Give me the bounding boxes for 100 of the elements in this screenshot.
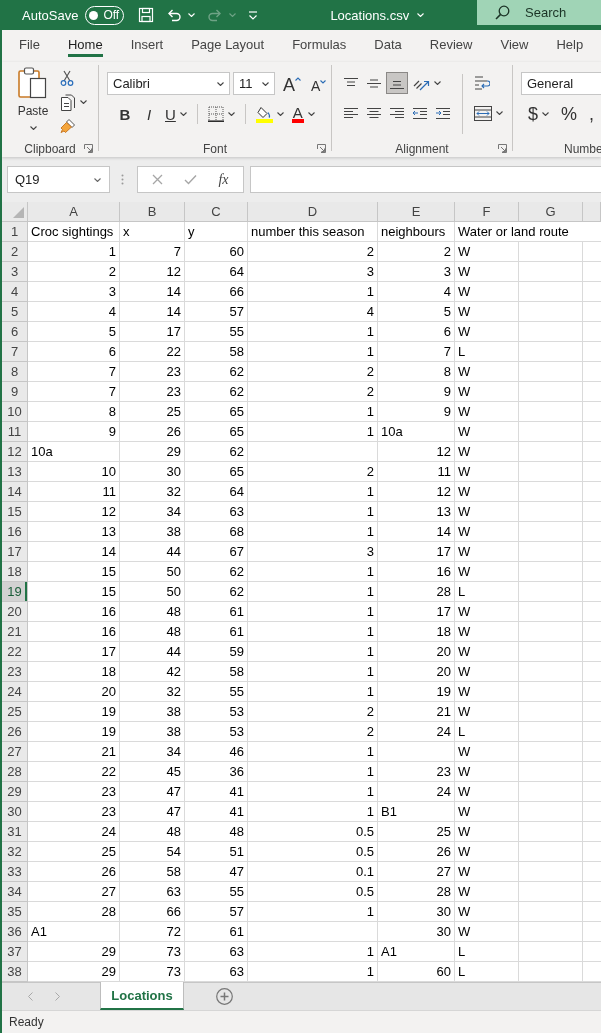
- row-header[interactable]: 8: [2, 362, 28, 382]
- increase-font-size-button[interactable]: A: [280, 72, 304, 95]
- font-name-dropdown[interactable]: Calibri: [107, 72, 230, 95]
- ribbon-tab[interactable]: Formulas: [292, 30, 347, 57]
- row-header[interactable]: 3: [2, 262, 28, 282]
- search-field[interactable]: Search: [477, 0, 601, 25]
- italic-button[interactable]: I: [138, 103, 160, 125]
- row-header[interactable]: 36: [2, 922, 28, 942]
- row-header[interactable]: 13: [2, 462, 28, 482]
- ribbon-tab[interactable]: Page Layout: [191, 30, 265, 57]
- row-header[interactable]: 37: [2, 942, 28, 962]
- table-cell-text: 14: [100, 543, 117, 561]
- table-cell-text: W: [457, 863, 472, 881]
- row-header[interactable]: 21: [2, 622, 28, 642]
- font-color-button[interactable]: A: [288, 103, 318, 125]
- dialog-launcher-icon[interactable]: [84, 144, 93, 153]
- table-cell-text: A1: [380, 943, 398, 961]
- row-header[interactable]: 28: [2, 762, 28, 782]
- row-header[interactable]: 26: [2, 722, 28, 742]
- table-cell-text: 25: [165, 403, 182, 421]
- column-header[interactable]: E: [378, 202, 455, 222]
- table-cell-text: 1: [365, 283, 375, 301]
- table-cell-text: 17: [435, 543, 452, 561]
- table-cell-text: A1: [30, 923, 48, 941]
- row-header[interactable]: 31: [2, 822, 28, 842]
- ribbon-tab[interactable]: File: [19, 30, 40, 57]
- align-bottom-button[interactable]: [386, 72, 408, 94]
- table-cell-text: 48: [165, 603, 182, 621]
- dialog-launcher-icon[interactable]: [317, 144, 326, 153]
- file-name-button[interactable]: Locations.csv: [330, 7, 425, 23]
- row-header[interactable]: 10: [2, 402, 28, 422]
- row-header[interactable]: 4: [2, 282, 28, 302]
- table-cell-text: W: [457, 463, 472, 481]
- row-header[interactable]: 32: [2, 842, 28, 862]
- add-sheet-icon[interactable]: [216, 988, 233, 1005]
- row-header[interactable]: 27: [2, 742, 28, 762]
- row-header[interactable]: 1: [2, 222, 28, 242]
- table-cell-text: 66: [165, 903, 182, 921]
- row-header[interactable]: 20: [2, 602, 28, 622]
- font-size-dropdown[interactable]: 11: [233, 72, 275, 95]
- row-header[interactable]: 11: [2, 422, 28, 442]
- number-format-dropdown[interactable]: General: [521, 72, 601, 95]
- caret-icon: [496, 111, 503, 115]
- column-header[interactable]: G: [519, 202, 583, 222]
- align-center-icon: [366, 106, 382, 120]
- row-header[interactable]: 35: [2, 902, 28, 922]
- row-header[interactable]: 12: [2, 442, 28, 462]
- ribbon-tab[interactable]: View: [500, 30, 529, 57]
- formula-input[interactable]: [250, 166, 601, 193]
- row-header[interactable]: 29: [2, 782, 28, 802]
- name-box[interactable]: Q19: [7, 166, 110, 193]
- column-header[interactable]: C: [185, 202, 248, 222]
- percent-style-button[interactable]: %: [558, 103, 581, 125]
- row-header[interactable]: 7: [2, 342, 28, 362]
- row-header[interactable]: 33: [2, 862, 28, 882]
- cancel-button[interactable]: [152, 174, 164, 185]
- row-header[interactable]: 23: [2, 662, 28, 682]
- caret-icon: [188, 13, 196, 17]
- row-header[interactable]: 9: [2, 382, 28, 402]
- dialog-launcher-icon[interactable]: [498, 144, 507, 153]
- row-header[interactable]: 25: [2, 702, 28, 722]
- table-cell-text: W: [457, 323, 472, 341]
- row-header[interactable]: 2: [2, 242, 28, 262]
- column-header[interactable]: A: [28, 202, 120, 222]
- row-header[interactable]: 24: [2, 682, 28, 702]
- ribbon-tab[interactable]: Insert: [130, 30, 164, 57]
- insert-function-button[interactable]: fx: [218, 171, 229, 188]
- row-header[interactable]: 15: [2, 502, 28, 522]
- underline-button[interactable]: U: [162, 103, 190, 125]
- row-header[interactable]: 5: [2, 302, 28, 322]
- table-cell-text: W: [457, 523, 472, 541]
- row-header[interactable]: 19: [2, 582, 28, 602]
- paste-button[interactable]: Paste: [13, 66, 53, 140]
- ribbon-tab[interactable]: Review: [429, 30, 473, 57]
- row-header[interactable]: 14: [2, 482, 28, 502]
- ribbon-tab[interactable]: Help: [556, 30, 584, 57]
- row-header[interactable]: 34: [2, 882, 28, 902]
- row-header[interactable]: 18: [2, 562, 28, 582]
- column-header[interactable]: B: [120, 202, 185, 222]
- table-cell-text: L: [457, 343, 467, 361]
- row-header[interactable]: 38: [2, 962, 28, 982]
- currency-format-button[interactable]: $: [525, 103, 552, 125]
- ribbon-tab[interactable]: Home: [67, 30, 103, 57]
- table-cell-text: 22: [100, 763, 117, 781]
- caret-down-icon: [320, 79, 327, 84]
- row-header[interactable]: 17: [2, 542, 28, 562]
- table-cell-text: 21: [435, 703, 452, 721]
- row-header[interactable]: 22: [2, 642, 28, 662]
- row-header[interactable]: 16: [2, 522, 28, 542]
- row-header[interactable]: 6: [2, 322, 28, 342]
- row-header[interactable]: 30: [2, 802, 28, 822]
- comma-style-button[interactable]: ,: [586, 103, 598, 125]
- ribbon-tab[interactable]: Data: [374, 30, 402, 57]
- bold-button[interactable]: B: [114, 103, 136, 125]
- table-cell-text: 59: [228, 643, 245, 661]
- sheet-tab[interactable]: Locations: [100, 982, 184, 1010]
- column-header[interactable]: D: [248, 202, 378, 222]
- decrease-font-size-button[interactable]: A: [308, 72, 330, 95]
- column-header[interactable]: F: [455, 202, 519, 222]
- enter-button[interactable]: [184, 174, 198, 185]
